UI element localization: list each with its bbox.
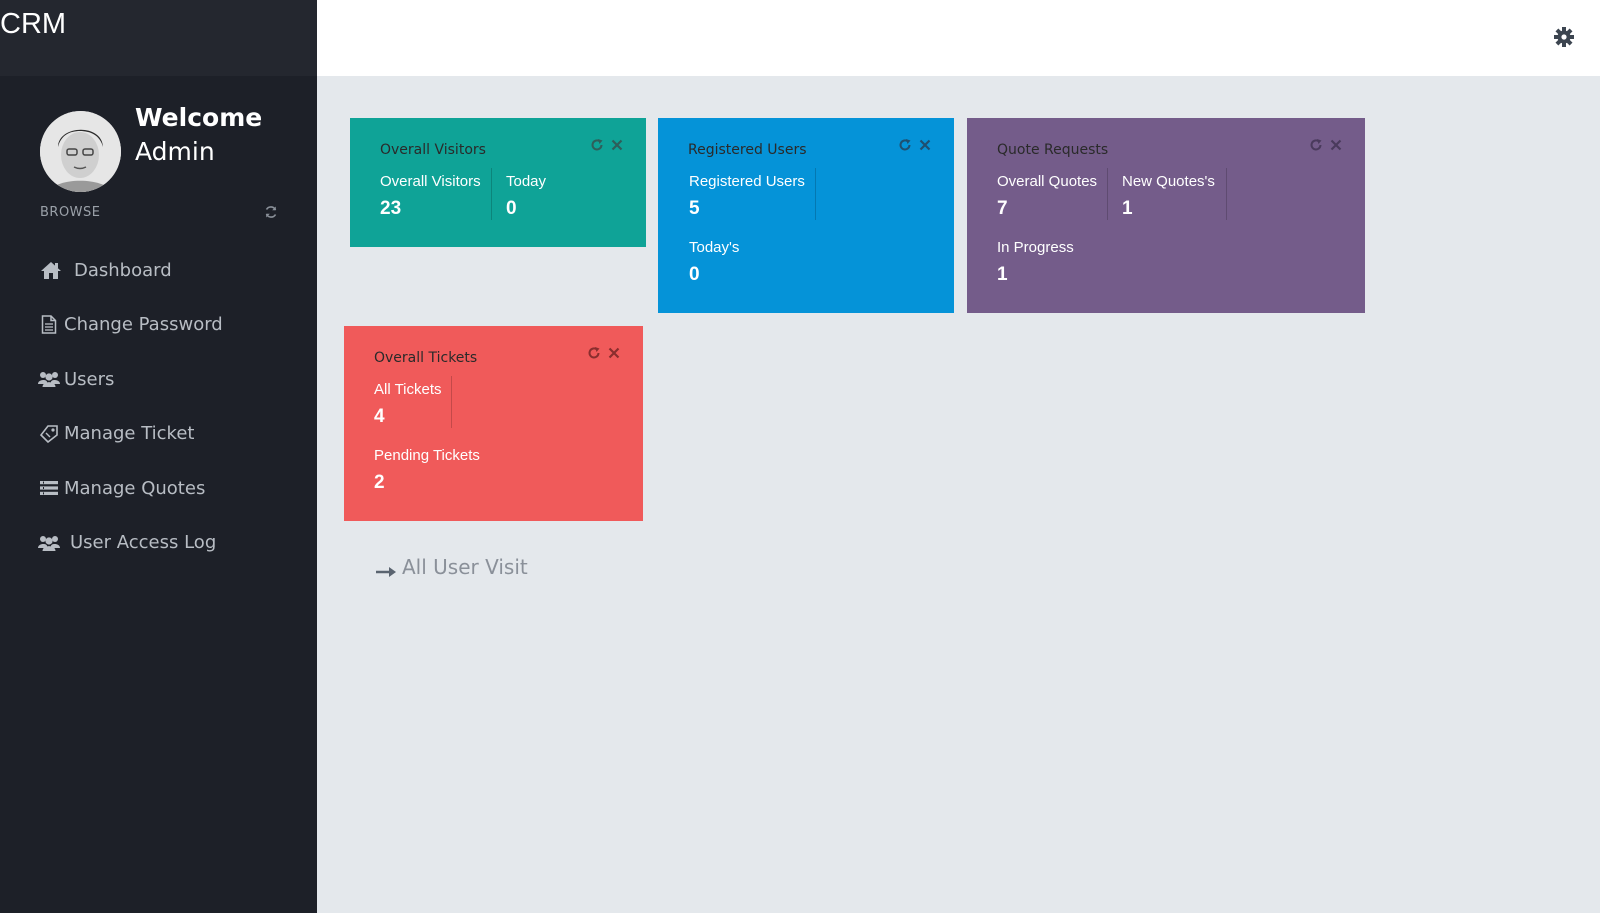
file-icon xyxy=(38,315,60,335)
stat-overall-visitors: Overall Visitors 23 xyxy=(380,173,481,220)
stat-todays: Today's 0 xyxy=(689,239,739,286)
widget-tools xyxy=(898,138,932,152)
widget-overall-tickets: Overall Tickets All Tickets 4 Pending Ti… xyxy=(344,326,643,521)
stat-label: Overall Quotes xyxy=(997,173,1098,190)
users-icon xyxy=(38,533,60,553)
stat-in-progress: In Progress 1 xyxy=(997,239,1074,286)
widget-overall-visitors: Overall Visitors Overall Visitors 23 Tod… xyxy=(350,118,646,247)
sidebar-item-label: Manage Ticket xyxy=(64,423,195,445)
arrow-right-icon xyxy=(375,560,397,577)
browse-section-label: BROWSE xyxy=(40,205,101,220)
avatar xyxy=(40,111,121,192)
widget-tools xyxy=(1309,138,1343,152)
all-user-visit-label: All User Visit xyxy=(402,555,528,579)
stat-new-quotes: New Quotes's 1 xyxy=(1122,173,1215,220)
brand-bar: CRM xyxy=(0,0,317,76)
sidebar-item-manage-quotes[interactable]: Manage Quotes xyxy=(38,461,223,516)
stat-value: 7 xyxy=(997,198,1008,219)
stat-all-tickets: All Tickets 4 xyxy=(374,381,442,428)
stat-value: 23 xyxy=(380,198,402,219)
list-icon xyxy=(38,478,60,498)
widget-title: Overall Visitors xyxy=(380,142,486,158)
stat-label: Overall Visitors xyxy=(380,173,481,190)
stat-registered-users: Registered Users 5 xyxy=(689,173,805,220)
widget-tools xyxy=(587,346,621,360)
sidebar-item-user-access-log[interactable]: User Access Log xyxy=(38,516,223,571)
divider xyxy=(491,168,492,220)
sidebar-item-label: User Access Log xyxy=(70,532,217,554)
close-icon[interactable] xyxy=(918,138,932,152)
sidebar-item-users[interactable]: Users xyxy=(38,352,223,407)
refresh-icon[interactable] xyxy=(590,138,604,152)
close-icon[interactable] xyxy=(610,138,624,152)
welcome-label: Welcome xyxy=(135,103,263,132)
widget-quote-requests: Quote Requests Overall Quotes 7 New Quot… xyxy=(967,118,1365,313)
sidebar: CRM Welcome Admin BROWSE Dashboard Chang… xyxy=(0,0,317,913)
gear-icon[interactable] xyxy=(1553,26,1575,48)
sidebar-item-label: Dashboard xyxy=(74,259,172,281)
widget-title: Quote Requests xyxy=(997,142,1109,158)
sidebar-item-label: Manage Quotes xyxy=(64,477,206,499)
refresh-icon[interactable] xyxy=(898,138,912,152)
sidebar-item-label: Users xyxy=(64,368,115,390)
divider xyxy=(1226,168,1227,220)
close-icon[interactable] xyxy=(607,346,621,360)
sidebar-item-label: Change Password xyxy=(64,314,223,336)
stat-today: Today 0 xyxy=(506,173,546,220)
sidebar-item-manage-ticket[interactable]: Manage Ticket xyxy=(38,407,223,462)
stat-overall-quotes: Overall Quotes 7 xyxy=(997,173,1097,220)
stat-value: 0 xyxy=(689,264,700,285)
refresh-icon[interactable] xyxy=(587,346,601,360)
all-user-visit-link[interactable]: All User Visit xyxy=(375,555,528,579)
stat-label: Today's xyxy=(689,239,740,256)
brand-logo[interactable]: CRM xyxy=(0,8,66,40)
stat-value: 4 xyxy=(374,406,385,427)
stat-value: 1 xyxy=(1122,198,1133,219)
sidebar-item-change-password[interactable]: Change Password xyxy=(38,298,223,353)
widget-title: Overall Tickets xyxy=(374,350,478,366)
stat-value: 0 xyxy=(506,198,517,219)
top-header xyxy=(317,0,1600,76)
stat-label: All Tickets xyxy=(374,381,442,398)
widget-registered-users: Registered Users Registered Users 5 Toda… xyxy=(658,118,954,313)
sidebar-nav: Dashboard Change Password Users Manage T… xyxy=(38,243,223,570)
stat-label: Today xyxy=(506,173,547,190)
stat-label: New Quotes's xyxy=(1122,173,1215,190)
stat-value: 2 xyxy=(374,472,385,493)
widget-title: Registered Users xyxy=(688,142,807,158)
stat-value: 1 xyxy=(997,264,1008,285)
refresh-icon[interactable] xyxy=(264,205,278,219)
stat-pending-tickets: Pending Tickets 2 xyxy=(374,447,480,494)
divider xyxy=(451,376,452,428)
widget-tools xyxy=(590,138,624,152)
divider xyxy=(1107,168,1108,220)
ticket-icon xyxy=(38,424,60,444)
stat-label: Registered Users xyxy=(689,173,805,190)
stat-label: In Progress xyxy=(997,239,1074,256)
home-icon xyxy=(40,260,62,280)
welcome-text: Welcome Admin xyxy=(135,101,262,169)
close-icon[interactable] xyxy=(1329,138,1343,152)
divider xyxy=(815,168,816,220)
refresh-icon[interactable] xyxy=(1309,138,1323,152)
stat-label: Pending Tickets xyxy=(374,447,480,464)
user-name: Admin xyxy=(135,137,215,166)
stat-value: 5 xyxy=(689,198,700,219)
users-icon xyxy=(38,369,60,389)
sidebar-item-dashboard[interactable]: Dashboard xyxy=(38,243,223,298)
